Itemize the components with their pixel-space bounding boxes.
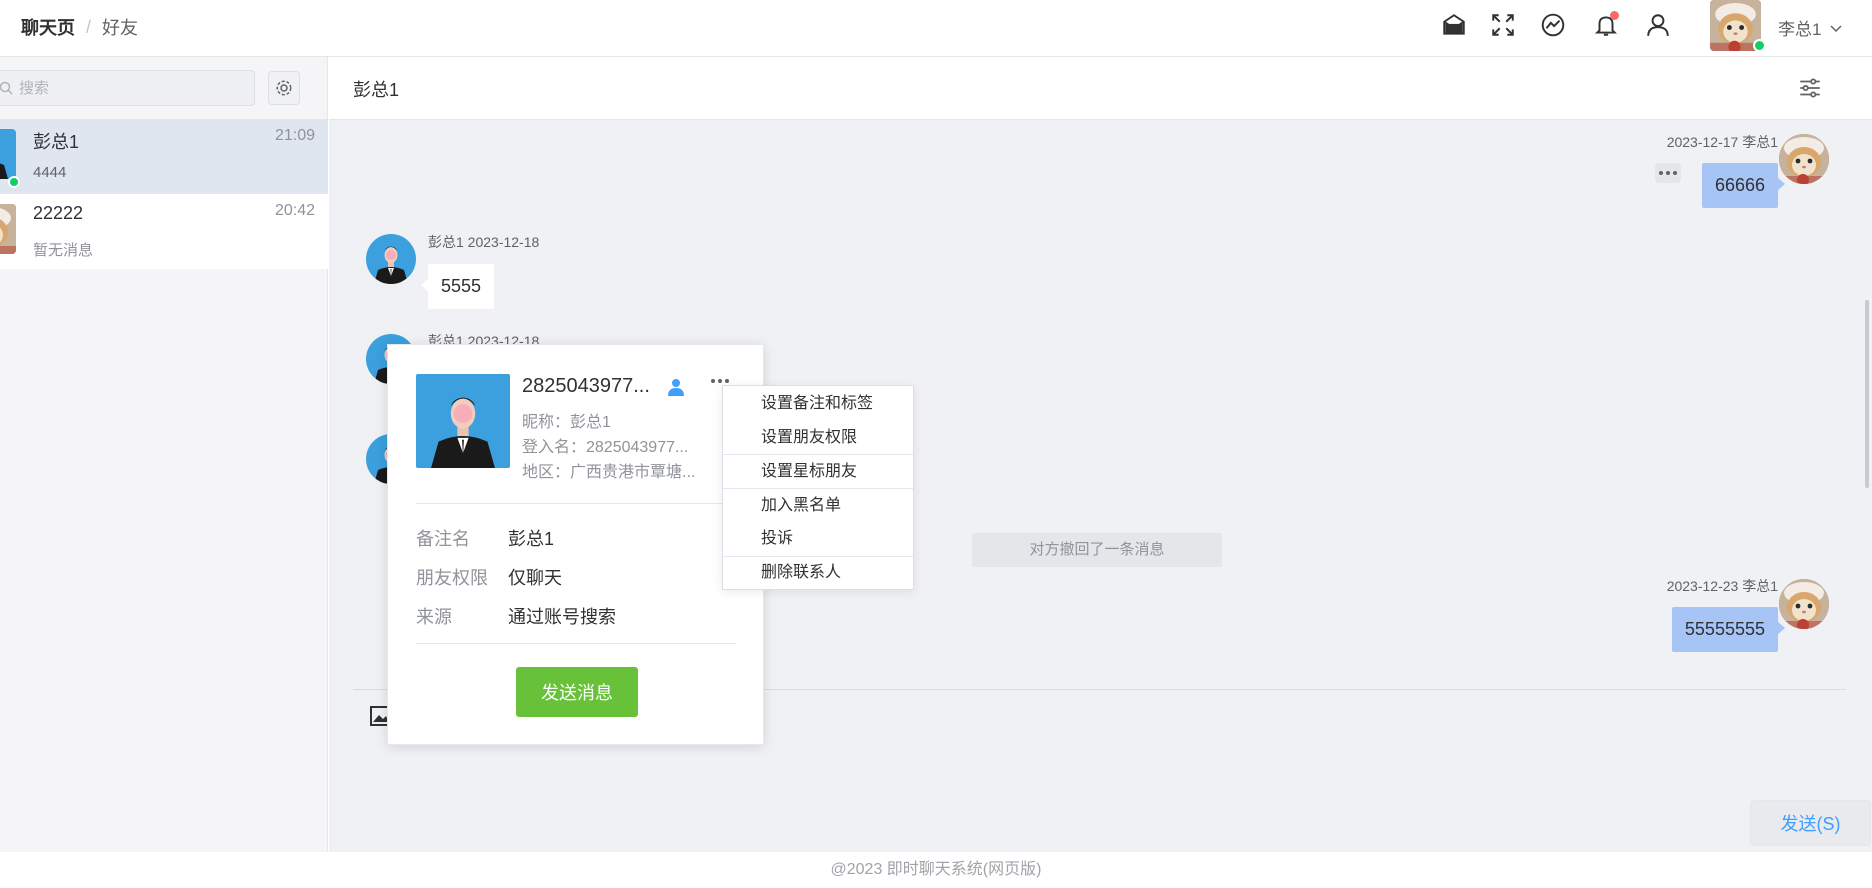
conversation-time: 21:09 [274,127,315,144]
top-bar: 聊天页 / 好友 李总1 [0,0,1872,57]
online-status-dot [8,176,20,188]
contact-context-menu: 设置备注和标签 设置朋友权限 设置星标朋友 加入黑名单 投诉 删除联系人 [722,385,914,590]
chat-scrollbar[interactable] [1865,300,1869,488]
message-more-icon[interactable] [1655,163,1681,183]
bell-icon[interactable] [1592,11,1620,39]
conversation-name: 22222 [33,203,84,223]
username: 李总1 [1778,20,1822,39]
send-button[interactable]: 发送(S) [1750,800,1871,846]
profile-region: 地区：广西贵港市覃塘... [522,464,696,481]
online-status-dot [1753,39,1766,52]
contact-avatar [0,204,16,254]
breadcrumb-chat-page[interactable]: 聊天页 [21,14,75,40]
menu-divider [723,488,913,489]
profile-login-name: 登入名：2825043977... [522,439,689,456]
field-value: 仅聊天 [508,568,562,588]
divider [416,503,736,504]
search-box[interactable] [0,70,255,106]
menu-item-report[interactable]: 投诉 [723,523,913,555]
breadcrumb-separator: / [86,16,92,37]
more-icon[interactable] [711,379,729,383]
notification-dot [1610,11,1619,20]
menu-item-blacklist[interactable]: 加入黑名单 [723,490,913,522]
conversation-name: 彭总1 [33,132,80,152]
divider [416,643,736,644]
menu-item-set-remark[interactable]: 设置备注和标签 [723,388,913,420]
settings-button[interactable] [268,71,300,105]
profile-nickname: 昵称：彭总1 [522,414,611,431]
field-value: 彭总1 [508,529,555,549]
profile-display-name: 2825043977... [522,375,650,397]
gear-icon [276,80,292,96]
footer: @2023 即时聊天系统(网页版) [0,852,1872,888]
conversation-item[interactable]: 彭总1 21:09 4444 [0,119,328,194]
field-label: 备注名 [416,529,470,549]
breadcrumb-friends: 好友 [102,18,139,38]
message-meta: 2023-12-23 李总1 [1666,578,1778,594]
menu-divider [723,454,913,455]
message-bubble[interactable]: 5555 [420,264,495,309]
contact-avatar [0,129,16,179]
fullscreen-icon[interactable] [1489,11,1517,39]
field-value: 通过账号搜索 [508,607,616,627]
user-menu[interactable]: 李总1 [1778,15,1843,40]
conversation-last-message: 4444 [33,164,67,181]
search-input[interactable] [19,79,219,97]
field-label: 来源 [416,607,452,627]
conversation-sidebar: 彭总1 21:09 4444 22222 20:42 暂无消息 [0,57,328,852]
breadcrumb: 聊天页 / 好友 [21,14,138,40]
chat-title: 彭总1 [353,80,400,100]
chat-settings-icon[interactable] [1797,75,1823,101]
chevron-down-icon [1830,24,1842,32]
profile-avatar [416,374,510,468]
message-meta: 2023-12-17 李总1 [1666,134,1778,150]
chat-header: 彭总1 [329,57,1872,120]
conversation-item[interactable]: 22222 20:42 暂无消息 [0,194,328,269]
menu-item-friend-permission[interactable]: 设置朋友权限 [723,422,913,454]
message-avatar[interactable] [1779,579,1829,629]
message-avatar[interactable] [1779,134,1829,184]
menu-item-delete-contact[interactable]: 删除联系人 [723,557,913,589]
mail-icon[interactable] [1440,11,1468,39]
conversation-last-message: 暂无消息 [33,242,94,259]
message-avatar[interactable] [366,234,416,284]
menu-item-star-friend[interactable]: 设置星标朋友 [723,456,913,488]
message-meta: 彭总1 2023-12-18 [428,234,540,250]
recall-notice: 对方撤回了一条消息 [972,533,1222,567]
user-icon[interactable] [1644,11,1672,39]
field-label: 朋友权限 [416,568,488,588]
chart-icon[interactable] [1539,11,1567,39]
send-message-button[interactable]: 发送消息 [516,667,638,717]
search-icon [0,81,13,95]
profile-card: 2825043977... 昵称：彭总1 登入名：2825043977... 地… [387,344,764,745]
message-bubble[interactable]: 66666 [1701,163,1786,208]
conversation-time: 20:42 [274,202,315,219]
person-icon [668,379,684,396]
message-bubble[interactable]: 55555555 [1671,607,1786,652]
